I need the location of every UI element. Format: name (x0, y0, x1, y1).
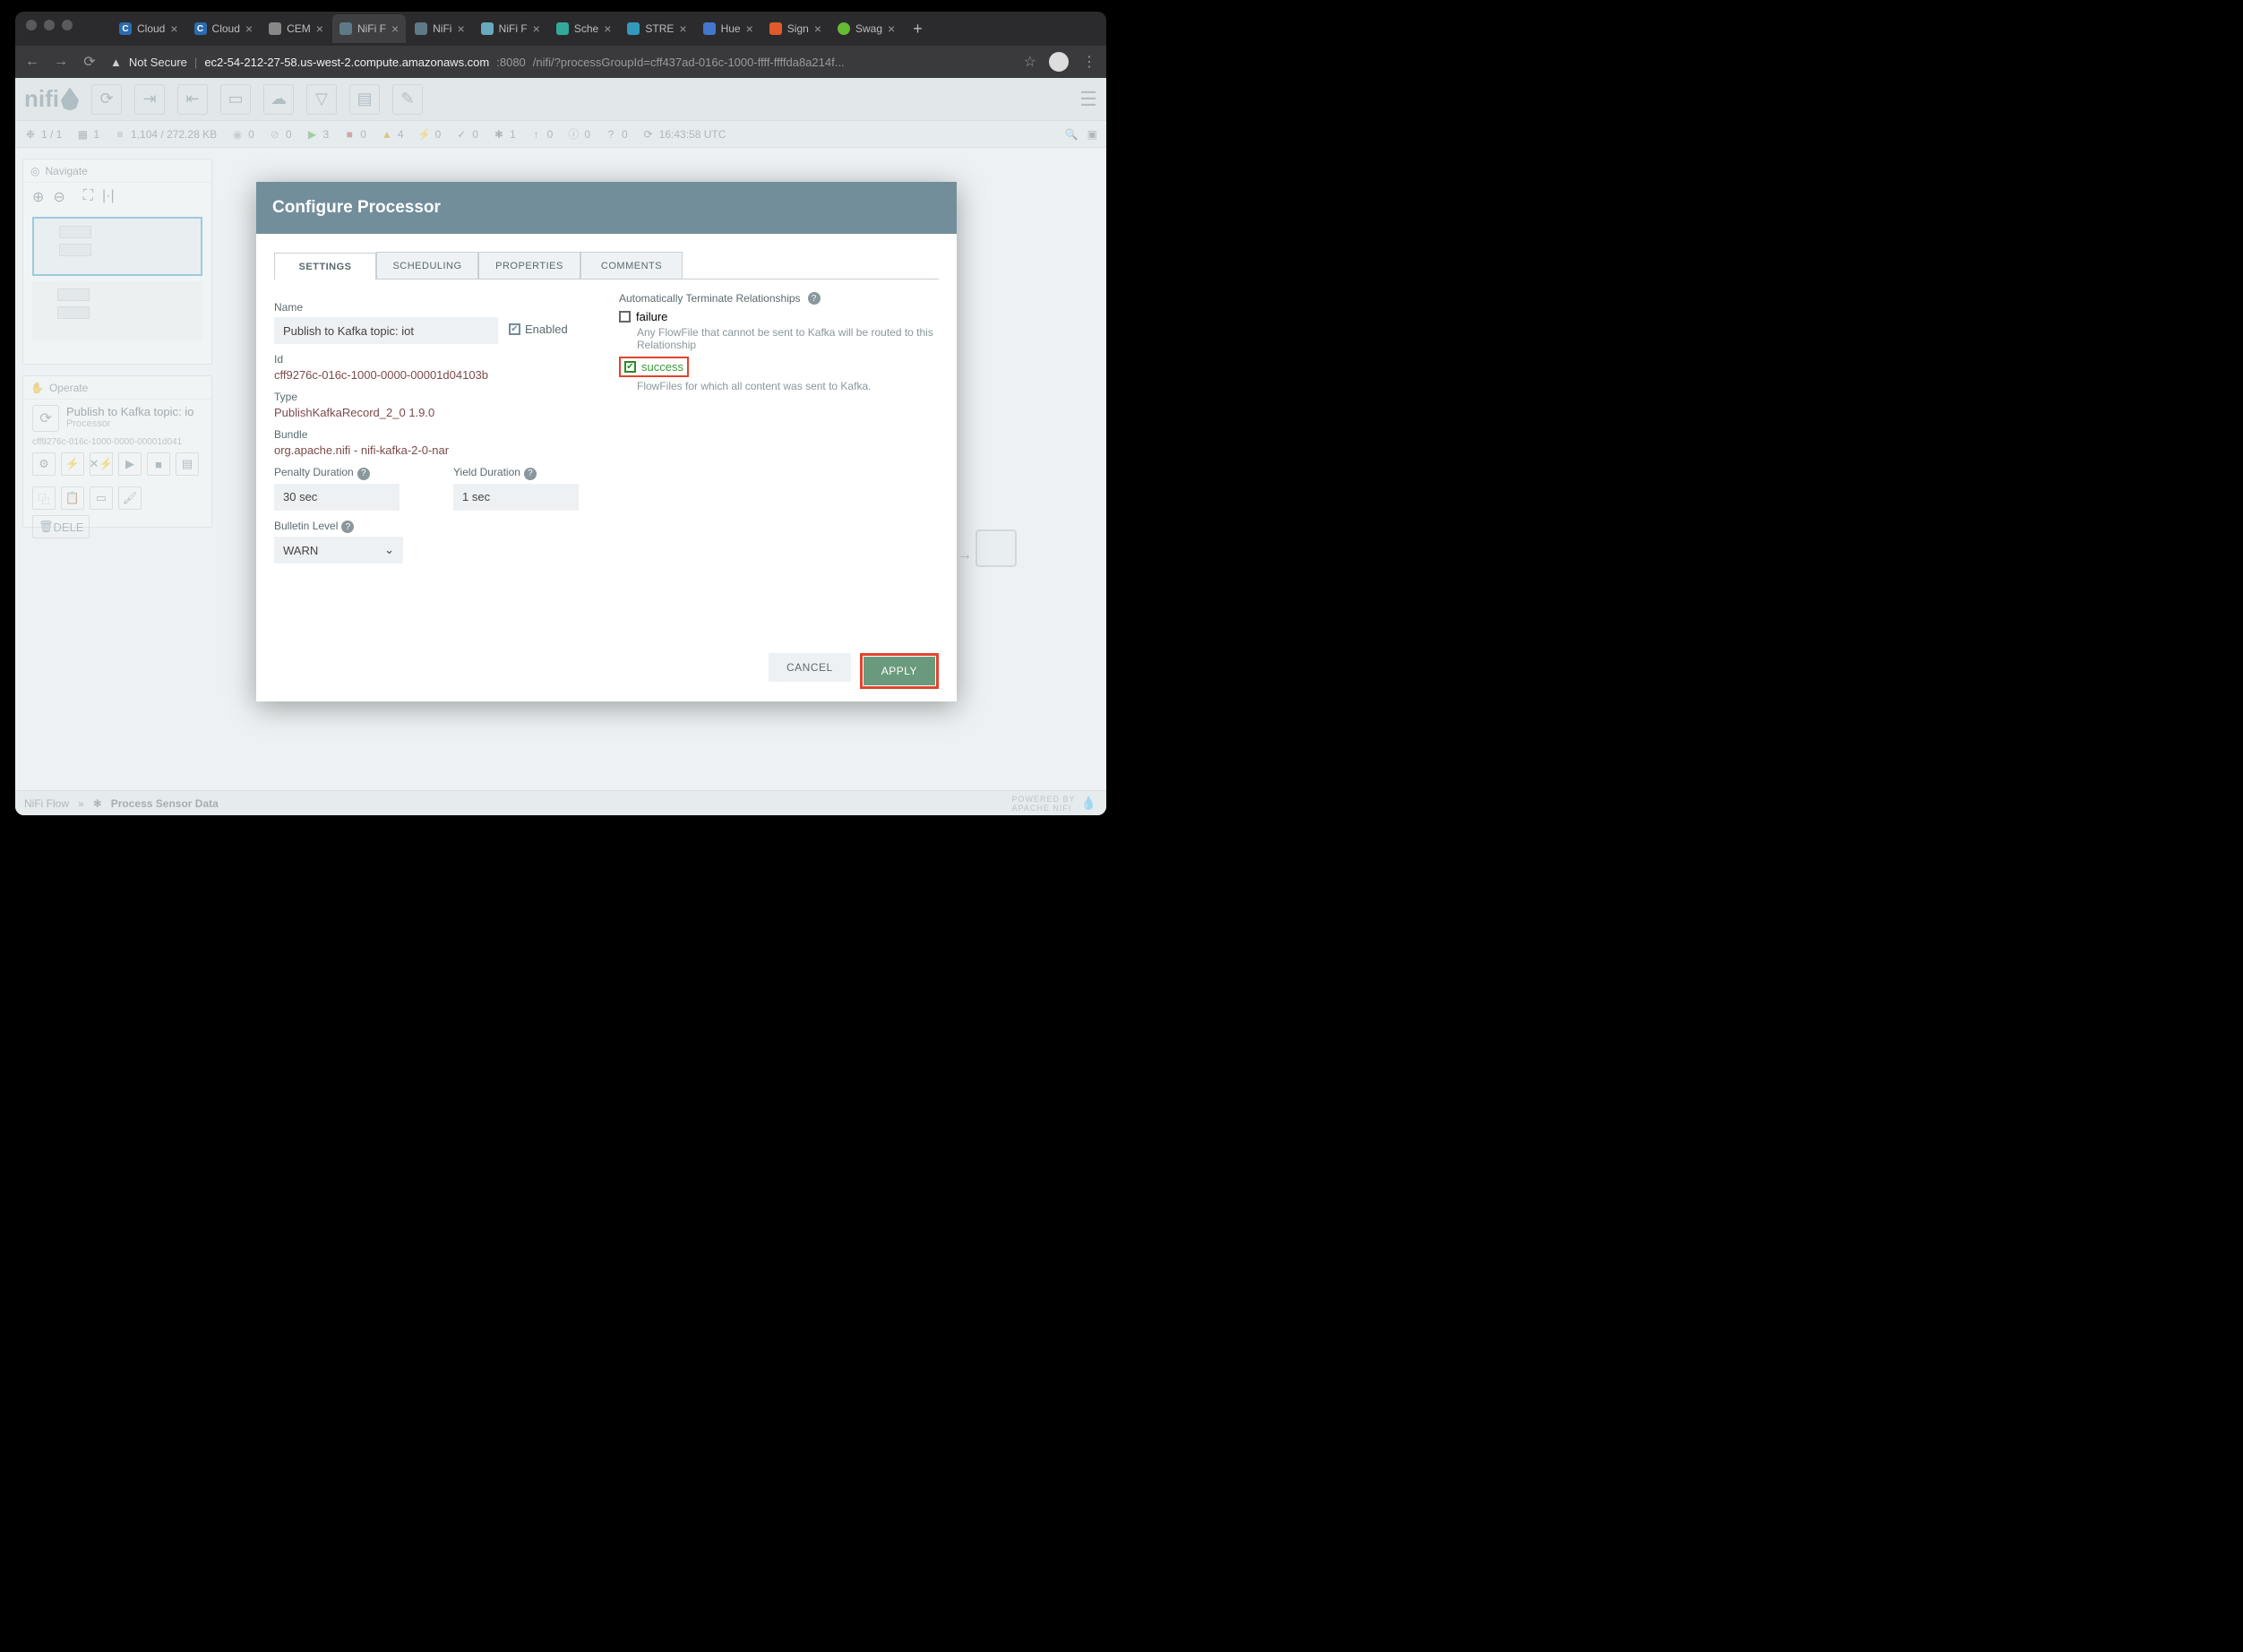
tab-nifi-2[interactable]: NiFi× (408, 14, 472, 43)
warning-icon: ▲ (110, 56, 122, 69)
tab-hue[interactable]: Hue× (696, 14, 761, 43)
failure-desc: Any FlowFile that cannot be sent to Kafk… (637, 326, 939, 351)
close-icon[interactable]: × (170, 22, 177, 36)
close-icon[interactable]: × (679, 22, 686, 36)
url-host: ec2-54-212-27-58.us-west-2.compute.amazo… (204, 56, 489, 69)
bulletin-select[interactable]: WARN⌄ (274, 537, 403, 564)
close-icon[interactable]: × (604, 22, 611, 36)
forward-button[interactable]: → (53, 54, 69, 70)
menu-icon[interactable]: ⋮ (1081, 54, 1097, 70)
close-icon[interactable]: × (888, 22, 895, 36)
yield-label: Yield Duration (453, 466, 520, 478)
type-label: Type (274, 391, 594, 403)
type-value: PublishKafkaRecord_2_0 1.9.0 (274, 406, 594, 419)
url-path: /nifi/?processGroupId=cff437ad-016c-1000… (533, 56, 845, 69)
penalty-input[interactable] (274, 484, 400, 511)
success-desc: FlowFiles for which all content was sent… (637, 380, 939, 392)
checkbox-icon (509, 323, 520, 335)
dialog-title: Configure Processor (256, 182, 957, 234)
tab-nifi-3[interactable]: NiFi F× (474, 14, 547, 43)
close-icon[interactable]: × (457, 22, 464, 36)
id-value: cff9276c-016c-1000-0000-00001d04103b (274, 368, 594, 382)
close-icon[interactable]: × (746, 22, 753, 36)
close-icon[interactable]: × (814, 22, 821, 36)
failure-checkbox[interactable]: failure (619, 310, 939, 323)
penalty-label: Penalty Duration (274, 466, 354, 478)
tab-cloud-1[interactable]: CCloud× (112, 14, 185, 43)
tab-cloud-2[interactable]: CCloud× (187, 14, 261, 43)
tab-nifi-active[interactable]: NiFi F× (332, 14, 406, 43)
cancel-button[interactable]: CANCEL (769, 653, 851, 682)
relationships-label: Automatically Terminate Relationships (619, 292, 801, 305)
bookmark-icon[interactable]: ☆ (1024, 53, 1036, 71)
bundle-value: org.apache.nifi - nifi-kafka-2-0-nar (274, 443, 594, 457)
checkbox-icon (619, 311, 631, 323)
address-bar: ← → ⟳ ▲ Not Secure | ec2-54-212-27-58.us… (15, 46, 1106, 78)
tab-properties[interactable]: PROPERTIES (478, 252, 580, 279)
close-icon[interactable]: × (316, 22, 323, 36)
profile-avatar[interactable] (1049, 52, 1069, 72)
tab-sign[interactable]: Sign× (762, 14, 829, 43)
close-icon[interactable]: × (391, 22, 399, 36)
chevron-down-icon: ⌄ (384, 543, 394, 557)
yield-input[interactable] (453, 484, 579, 511)
tab-scheduling[interactable]: SCHEDULING (376, 252, 478, 279)
help-icon[interactable]: ? (357, 468, 370, 480)
reload-button[interactable]: ⟳ (82, 54, 98, 70)
close-icon[interactable]: × (533, 22, 540, 36)
tab-strip: CCloud× CCloud× CEM× NiFi F× NiFi× NiFi … (15, 12, 1106, 46)
apply-highlight: APPLY (860, 653, 939, 689)
help-icon[interactable]: ? (341, 521, 354, 533)
name-input[interactable] (274, 317, 498, 344)
close-icon[interactable]: × (245, 22, 253, 36)
enabled-checkbox[interactable]: Enabled (509, 323, 568, 336)
window-max-dot[interactable] (62, 20, 73, 30)
tab-settings[interactable]: SETTINGS (274, 253, 376, 280)
bulletin-label: Bulletin Level (274, 520, 338, 532)
url-field[interactable]: ▲ Not Secure | ec2-54-212-27-58.us-west-… (110, 56, 1011, 69)
secure-label: Not Secure (129, 56, 187, 69)
id-label: Id (274, 353, 594, 366)
window-close-dot[interactable] (26, 20, 37, 30)
help-icon[interactable]: ? (808, 292, 821, 305)
name-label: Name (274, 301, 594, 314)
window-min-dot[interactable] (44, 20, 55, 30)
tab-stre[interactable]: STRE× (620, 14, 693, 43)
new-tab-button[interactable]: + (904, 20, 932, 39)
configure-processor-dialog: Configure Processor SETTINGS SCHEDULING … (256, 182, 957, 701)
tab-comments[interactable]: COMMENTS (580, 252, 683, 279)
help-icon[interactable]: ? (524, 468, 537, 480)
dialog-tabs: SETTINGS SCHEDULING PROPERTIES COMMENTS (274, 252, 939, 280)
tab-sche[interactable]: Sche× (549, 14, 619, 43)
apply-button[interactable]: APPLY (864, 657, 935, 685)
tab-cem[interactable]: CEM× (262, 14, 331, 43)
success-checkbox[interactable]: success (624, 360, 683, 374)
success-highlight: success (619, 357, 689, 377)
back-button[interactable]: ← (24, 54, 40, 70)
bundle-label: Bundle (274, 428, 594, 441)
tab-swag[interactable]: Swag× (830, 14, 902, 43)
checkbox-icon (624, 361, 636, 373)
